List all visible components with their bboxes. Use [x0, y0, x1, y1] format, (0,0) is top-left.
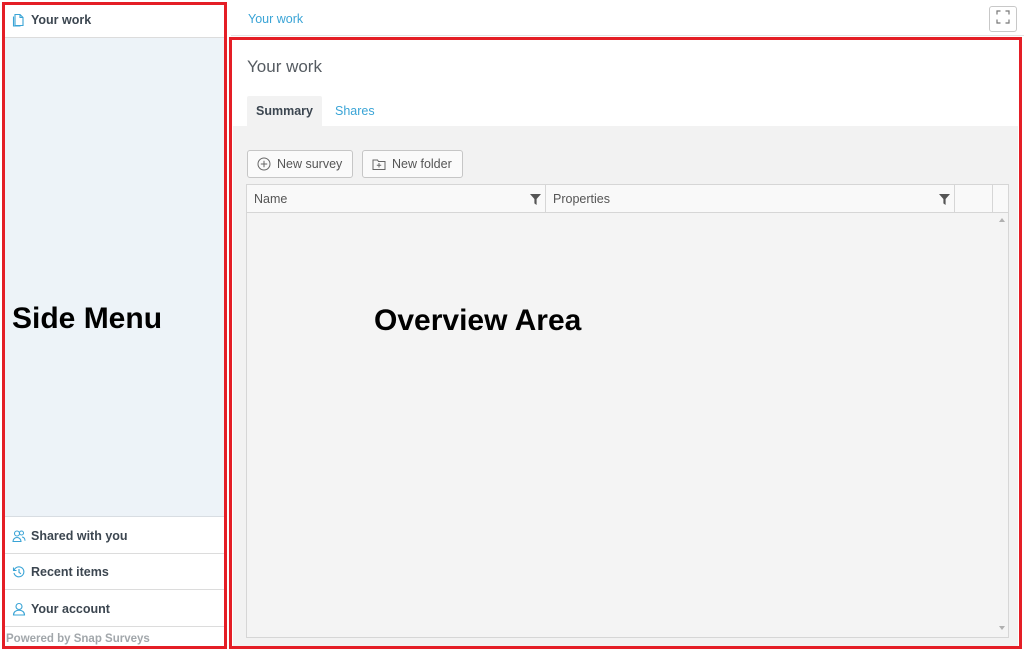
column-header-actions	[955, 185, 993, 213]
table-header: Name Properties	[247, 185, 1008, 213]
folder-plus-icon	[372, 159, 386, 170]
new-folder-label: New folder	[392, 157, 452, 171]
annotation-label-overview: Overview Area	[374, 304, 582, 337]
sidebar-item-label: Your work	[31, 12, 92, 27]
scroll-down-arrow[interactable]	[999, 626, 1005, 630]
plus-circle-icon	[257, 157, 271, 171]
page-title: Your work	[247, 57, 322, 76]
breadcrumb[interactable]: Your work	[248, 12, 303, 26]
fullscreen-button[interactable]	[989, 6, 1017, 32]
sidebar-item-label: Your account	[31, 601, 110, 616]
top-bar: Your work	[231, 0, 1024, 36]
annotation-label-side-menu: Side Menu	[12, 302, 163, 335]
column-label: Name	[254, 192, 288, 206]
tab-summary[interactable]: Summary	[247, 96, 322, 126]
filter-icon[interactable]	[530, 194, 541, 205]
column-header-name[interactable]: Name	[247, 185, 546, 213]
powered-by-footer: Powered by Snap Surveys	[6, 633, 150, 645]
column-label: Properties	[553, 192, 610, 206]
items-table: Name Properties	[246, 184, 1009, 638]
documents-icon	[12, 13, 26, 27]
sidebar-item-your-work[interactable]: Your work	[4, 2, 224, 38]
sidebar-item-shared-with-you[interactable]: Shared with you	[4, 518, 224, 554]
users-icon	[12, 529, 26, 543]
sidebar-item-your-account[interactable]: Your account	[4, 591, 224, 627]
fullscreen-icon	[996, 9, 1010, 29]
tab-shares[interactable]: Shares	[326, 96, 384, 126]
column-header-scroll	[993, 185, 1008, 213]
new-folder-button[interactable]: New folder	[362, 150, 463, 178]
new-survey-button[interactable]: New survey	[247, 150, 353, 178]
sidebar-item-label: Recent items	[31, 564, 109, 579]
history-icon	[12, 565, 26, 579]
scroll-up-arrow[interactable]	[999, 218, 1005, 222]
sidebar-empty-area	[4, 38, 224, 517]
filter-icon[interactable]	[939, 194, 950, 205]
tab-bar: Summary Shares	[247, 96, 384, 126]
user-icon	[12, 602, 26, 616]
sidebar-item-label: Shared with you	[31, 528, 128, 543]
sidebar-item-recent-items[interactable]: Recent items	[4, 554, 224, 590]
column-header-properties[interactable]: Properties	[546, 185, 955, 213]
tab-content: New survey New folder Name Properties	[233, 126, 1018, 647]
new-survey-label: New survey	[277, 157, 343, 171]
overview-area: Your work Summary Shares New survey New …	[233, 40, 1018, 647]
